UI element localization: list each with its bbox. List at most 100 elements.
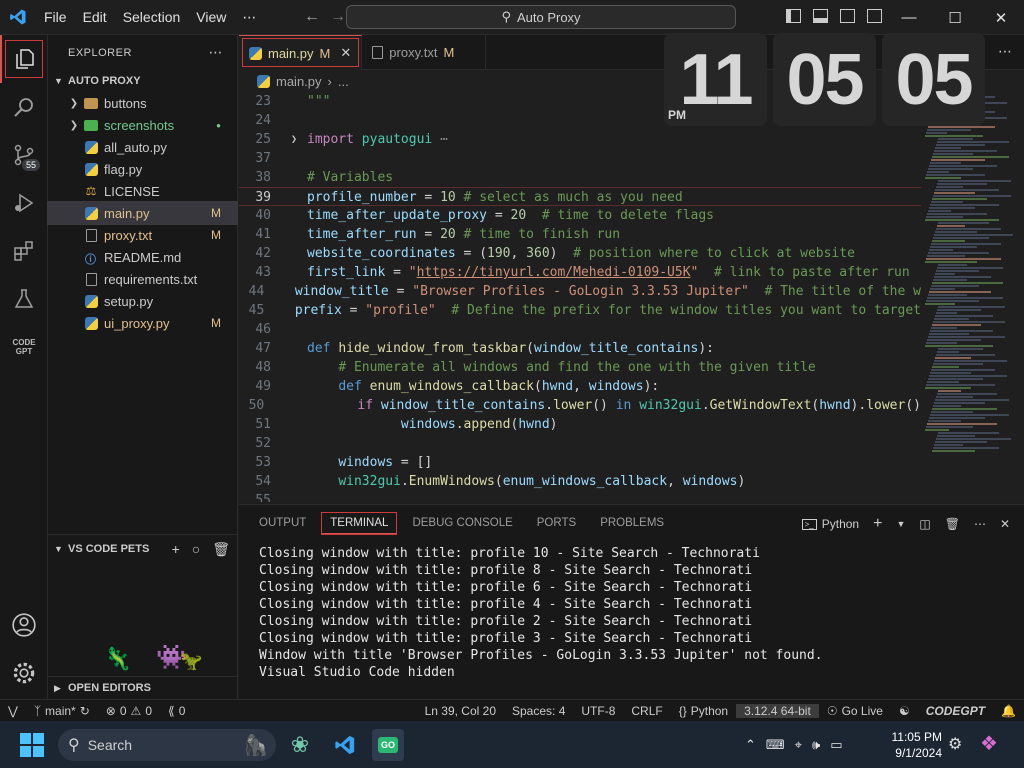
menu-view[interactable]: View	[188, 0, 234, 35]
chevron-down-icon[interactable]: ▼	[896, 519, 905, 529]
minimap-line	[931, 201, 963, 203]
tree-item[interactable]: proxy.txt M	[48, 224, 237, 246]
notifications-bell-icon[interactable]: 🔔	[993, 704, 1024, 718]
toggle-panel-icon[interactable]	[813, 9, 828, 23]
ports-status[interactable]: ⟪ 0	[160, 704, 193, 718]
run-debug-activity[interactable]	[0, 179, 48, 227]
explorer-sidebar: EXPLORER ⋯ ▼ AUTO PROXY ❯ buttons ❯ screens…	[47, 35, 238, 699]
codegpt-activity[interactable]: CODE GPT	[0, 323, 48, 371]
more-actions-icon[interactable]: ⋯	[209, 44, 224, 61]
branch-status[interactable]: ᛉ main* ↻	[26, 704, 98, 718]
terminal-line: Closing window with title: profile 4 - S…	[259, 597, 753, 612]
open-editors-section[interactable]: ▶ OPEN EDITORS	[48, 676, 238, 699]
tree-item[interactable]: all_auto.py	[48, 136, 237, 158]
tree-item[interactable]: main.py M	[47, 201, 238, 225]
indentation[interactable]: Spaces: 4	[504, 704, 573, 718]
tree-item[interactable]: requirements.txt	[48, 268, 237, 290]
tree-item[interactable]: ❯ buttons	[48, 92, 237, 114]
tab-terminal[interactable]: TERMINAL	[321, 511, 398, 535]
copilot-taskbar-icon[interactable]: ❖	[980, 731, 998, 756]
tree-item[interactable]: ⚖ LICENSE	[48, 180, 237, 202]
fold-chevron-icon[interactable]: ❯	[281, 130, 307, 149]
source-control-activity[interactable]: 55	[0, 131, 48, 179]
minimap-line	[938, 306, 1005, 308]
terminal-output[interactable]: Closing window with title: profile 10 - …	[259, 545, 823, 681]
windows-start-icon[interactable]	[20, 733, 44, 757]
tab-main-py[interactable]: main.py M ✕	[239, 35, 363, 70]
open-editors-title: OPEN EDITORS	[68, 682, 151, 694]
menu-file[interactable]: File	[36, 0, 75, 35]
keyboard-icon[interactable]: ⌨	[766, 737, 785, 753]
terminal-shell[interactable]: >_ Python	[801, 517, 859, 531]
cursor-position[interactable]: Ln 39, Col 20	[417, 704, 504, 718]
menu-selection[interactable]: Selection	[115, 0, 189, 35]
tree-item-label: main.py	[104, 205, 150, 221]
tab-output[interactable]: OUTPUT	[251, 513, 314, 533]
customize-layout-icon[interactable]	[867, 9, 882, 23]
forward-arrow-icon[interactable]: →	[330, 8, 346, 26]
tree-item[interactable]: flag.py	[48, 158, 237, 180]
close-icon[interactable]: ✕	[978, 0, 1024, 35]
close-tab-icon[interactable]: ✕	[340, 45, 351, 61]
manage-activity[interactable]	[0, 649, 48, 697]
settings-gear-icon[interactable]: ⚙	[948, 734, 962, 754]
tree-item[interactable]: ui_proxy.py M	[48, 312, 237, 334]
files-icon	[16, 49, 34, 69]
menu-edit[interactable]: Edit	[75, 0, 115, 35]
taskbar-search[interactable]: ⚲ Search 🦍	[58, 729, 276, 761]
workspace-section[interactable]: ▼ AUTO PROXY	[48, 70, 237, 92]
volume-icon[interactable]: 🕪	[812, 737, 820, 753]
tab-ports[interactable]: PORTS	[529, 513, 584, 533]
python-interpreter[interactable]: 3.12.4 64-bit	[736, 703, 819, 718]
editor-more-icon[interactable]: ⋯	[998, 43, 1012, 60]
wifi-icon[interactable]: ⌖	[795, 737, 802, 753]
tree-item[interactable]: ❯ screenshots ●	[48, 114, 237, 136]
tab-debug-console[interactable]: DEBUG CONSOLE	[404, 513, 520, 533]
taskbar-clock[interactable]: 11:05 PM 9/1/2024	[886, 729, 942, 761]
kill-terminal-icon[interactable]: 🗑	[945, 517, 960, 531]
tree-item[interactable]: ⓘ README.md	[48, 246, 237, 268]
minimize-icon[interactable]: —	[886, 0, 932, 35]
battery-icon[interactable]: ▭	[830, 737, 842, 753]
chatgpt-app-icon[interactable]: ❀	[284, 729, 316, 761]
menu-more[interactable]: ⋯	[234, 0, 264, 35]
testing-activity[interactable]	[0, 275, 48, 323]
search-activity[interactable]	[0, 83, 48, 131]
split-terminal-icon[interactable]: ◫	[919, 517, 930, 531]
problems-status[interactable]: ⊗ 0 ⚠ 0	[98, 704, 160, 718]
copilot-icon[interactable]: ☯	[891, 704, 918, 718]
command-center[interactable]: ⚲ Auto Proxy	[346, 5, 736, 29]
breadcrumb-rest[interactable]: ...	[338, 74, 349, 89]
delete-pet-icon[interactable]: 🗑	[212, 541, 230, 558]
toggle-sidebar-icon[interactable]	[786, 9, 801, 23]
throw-ball-icon[interactable]: ○	[192, 541, 200, 558]
tab-problems[interactable]: PROBLEMS	[592, 513, 672, 533]
language-mode[interactable]: {} Python	[671, 704, 736, 718]
explorer-activity[interactable]	[0, 35, 48, 83]
more-actions-icon[interactable]: ⋯	[974, 517, 986, 531]
breadcrumb-file[interactable]: main.py	[276, 74, 322, 89]
tree-item-decoration: ●	[216, 120, 221, 130]
vscode-app-icon[interactable]	[329, 729, 361, 761]
encoding[interactable]: UTF-8	[573, 704, 623, 718]
gologin-app-icon[interactable]: GO	[372, 729, 404, 761]
code-editor[interactable]: 23 """ 24 25 ❯ import pyautogui ⋯ 37 38 # Va…	[239, 92, 921, 502]
add-pet-icon[interactable]: +	[172, 541, 180, 558]
tree-item[interactable]: setup.py	[48, 290, 237, 312]
codegpt-status[interactable]: CODEGPT	[918, 704, 993, 718]
new-terminal-icon[interactable]: +	[873, 515, 882, 533]
end-of-line[interactable]: CRLF	[623, 704, 670, 718]
minimap[interactable]	[921, 92, 1024, 502]
terminal-line: Closing window with title: profile 6 - S…	[259, 580, 753, 595]
back-arrow-icon[interactable]: ←	[304, 8, 320, 26]
maximize-icon[interactable]: ☐	[932, 0, 978, 35]
show-hidden-icons[interactable]: ⌃	[745, 737, 756, 753]
extensions-activity[interactable]	[0, 227, 48, 275]
minimap-line	[936, 354, 995, 356]
go-live[interactable]: ☉ Go Live	[819, 704, 891, 718]
accounts-activity[interactable]	[0, 601, 48, 649]
tab-proxy-txt[interactable]: proxy.txt M	[362, 35, 487, 70]
remote-indicator[interactable]: ⋁	[0, 704, 26, 718]
toggle-secondary-sidebar-icon[interactable]	[840, 9, 855, 23]
close-panel-icon[interactable]: ✕	[1000, 517, 1010, 531]
